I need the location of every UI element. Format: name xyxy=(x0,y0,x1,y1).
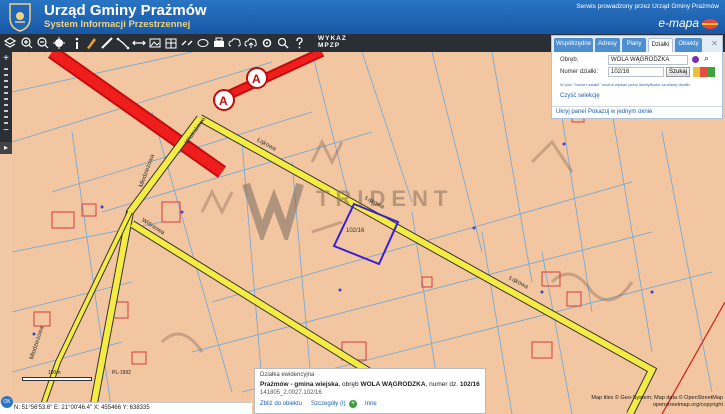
search-icon[interactable]: ⌕ xyxy=(704,53,709,64)
print-icon[interactable] xyxy=(212,35,226,51)
zoom-level-step[interactable] xyxy=(4,98,8,100)
coordinates-readout: N: 51°56'53.6" E: 21°00'46.4" X: 455466 … xyxy=(0,402,252,414)
mpzp-label: MPZP xyxy=(318,42,341,49)
emapa-label[interactable]: e-mapa xyxy=(658,16,699,30)
projection-label[interactable]: PL-1992 xyxy=(112,370,131,376)
zoom-level-step[interactable] xyxy=(4,80,8,82)
grid-icon[interactable] xyxy=(164,35,178,51)
ruler-icon[interactable] xyxy=(100,35,114,51)
pan-icon[interactable] xyxy=(132,35,146,51)
help-icon[interactable] xyxy=(292,35,306,51)
details-link[interactable]: Szczegóły (I) xyxy=(311,401,346,407)
zoom-level-step[interactable] xyxy=(4,122,8,124)
zoom-level-step[interactable] xyxy=(4,86,8,88)
watermark-text: TRIDENT xyxy=(316,186,454,211)
tab-obiekty[interactable]: Obiekty xyxy=(675,38,702,52)
zoom-level-step[interactable] xyxy=(4,92,8,94)
zoom-level-step[interactable] xyxy=(4,110,8,112)
pencil-icon[interactable] xyxy=(84,35,98,51)
popup-nr: 102/16 xyxy=(459,381,480,388)
attribution-line[interactable]: openstreetmap.org/copyright xyxy=(591,402,723,409)
panel-tabs: Współrzędne Adresy Plany Działki Obiekty… xyxy=(552,36,722,52)
tab-dzialki[interactable]: Działki xyxy=(648,38,673,52)
app-header: Urząd Gminy Prażmów System Informacji Pr… xyxy=(0,0,725,34)
search-panel: Współrzędne Adresy Plany Działki Obiekty… xyxy=(551,35,723,119)
popup-parcel-line: Prażmów - gmina wiejska, obręb WOLA WĄGR… xyxy=(260,381,480,388)
popup-identifier: 141805_2.0027.102/16 xyxy=(260,390,322,396)
scale-label: 100m xyxy=(48,370,61,376)
app-title: Urząd Gminy Prażmów xyxy=(44,2,207,19)
measure-icon[interactable] xyxy=(116,35,130,51)
other-link[interactable]: Inne xyxy=(365,401,377,407)
search-button[interactable]: Szukaj xyxy=(666,67,690,77)
service-text: Serwis prowadzony przez Urząd Gminy Praż… xyxy=(576,3,719,10)
zoom-level-step[interactable] xyxy=(4,104,8,106)
layers-icon[interactable] xyxy=(3,35,17,51)
obreb-label: Obręb: xyxy=(560,57,579,63)
zoom-extent-icon[interactable] xyxy=(52,35,66,51)
collapse-arrow-icon[interactable]: ▸ xyxy=(0,142,12,154)
numer-input[interactable]: 102/16 xyxy=(608,67,664,77)
popup-title: Działka ewidencyjna xyxy=(260,372,315,378)
zoom-level-step[interactable] xyxy=(4,74,8,76)
plot-label: 102/16 xyxy=(346,228,365,234)
close-icon[interactable]: ✕ xyxy=(710,39,719,48)
zoom-in-icon[interactable] xyxy=(20,35,34,51)
zoom-minus-button[interactable]: − xyxy=(0,126,12,136)
popup-nr-prefix: , numer dz. xyxy=(425,381,460,388)
tab-adresy[interactable]: Adresy xyxy=(595,38,620,52)
emapa-logo-icon[interactable] xyxy=(701,18,719,30)
clear-selection-link[interactable]: Czyść selekcję xyxy=(560,93,600,99)
coat-of-arms-icon xyxy=(9,3,31,32)
wykaz-mpzp-button[interactable]: WYKAZ MPZP xyxy=(318,35,347,49)
cloud-download-icon[interactable] xyxy=(228,35,242,51)
numer-label: Numer działki: xyxy=(560,69,599,75)
parcel-info-popup: Działka ewidencyjna Prażmów - gmina wiej… xyxy=(254,368,486,414)
obreb-select[interactable]: WOLA WĄGRODZKA xyxy=(608,55,688,65)
zoom-plus-button[interactable]: + xyxy=(0,54,12,64)
app-subtitle: System Informacji Przestrzennej xyxy=(44,19,191,30)
zoom-out-icon[interactable] xyxy=(36,35,50,51)
popup-obreb: WOLA WĄGRODZKA xyxy=(360,381,426,388)
color-legend-icon[interactable] xyxy=(693,67,715,77)
settings-icon[interactable] xyxy=(260,35,274,51)
panel-footer: Ukryj panel Pokazuj w jednym oknie xyxy=(552,106,722,118)
plus-icon[interactable]: + xyxy=(349,400,357,408)
wykaz-label: WYKAZ xyxy=(318,35,347,42)
comment-icon[interactable] xyxy=(196,35,210,51)
hint-text: W polu "Numer działki" można wpisać pełn… xyxy=(560,82,691,87)
zoom-to-object-link[interactable]: Zbliż do obiektu xyxy=(260,401,302,407)
show-one-window-link[interactable]: Pokazuj w jednym oknie xyxy=(588,109,652,115)
link-icon[interactable] xyxy=(180,35,194,51)
popup-gmina: Prażmów - gmina wiejska xyxy=(260,381,339,388)
tab-wspolrzedne[interactable]: Współrzędne xyxy=(554,38,593,52)
scale-bar xyxy=(22,377,92,381)
zoom-level-step[interactable] xyxy=(4,68,8,70)
route-marker-label: A xyxy=(252,72,261,86)
image-icon[interactable] xyxy=(148,35,162,51)
info-icon[interactable] xyxy=(70,35,84,51)
cloud-upload-icon[interactable] xyxy=(244,35,258,51)
tab-plany[interactable]: Plany xyxy=(622,38,646,52)
search-icon[interactable] xyxy=(276,35,290,51)
ok-button[interactable]: OK xyxy=(1,396,13,408)
zoom-level-step[interactable] xyxy=(4,116,8,118)
map-attribution: Map tiles © Geo-System; Map data © OpenS… xyxy=(591,395,723,409)
zoom-bar: + − xyxy=(0,52,12,152)
attribution-line[interactable]: Map tiles © Geo-System; Map data © OpenS… xyxy=(591,395,723,402)
popup-obreb-prefix: , obręb xyxy=(338,381,361,388)
dropdown-icon[interactable] xyxy=(692,56,699,63)
route-marker-label: A xyxy=(219,94,228,108)
hide-panel-link[interactable]: Ukryj panel xyxy=(556,109,586,115)
